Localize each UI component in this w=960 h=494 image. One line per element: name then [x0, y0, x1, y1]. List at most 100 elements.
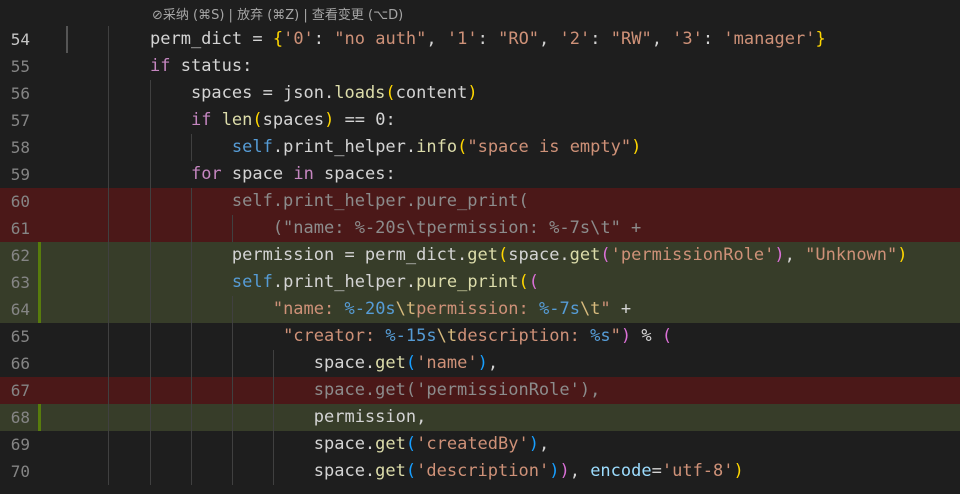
code-token: loads: [334, 83, 386, 103]
code-line[interactable]: 55 if status:: [0, 53, 960, 80]
code-line[interactable]: 60 self.print_helper.pure_print(: [0, 188, 960, 215]
line-number[interactable]: 64: [0, 296, 30, 323]
code-token: perm_dict =: [150, 29, 273, 49]
line-number[interactable]: 56: [0, 80, 30, 107]
code-text[interactable]: ("name: %-20s\tpermission: %-7s\t" +: [150, 215, 641, 242]
code-token: space.get('permissionRole'),: [150, 380, 601, 400]
line-number[interactable]: 59: [0, 161, 30, 188]
code-token: "Unknown": [805, 245, 898, 265]
code-text[interactable]: spaces = json.loads(content): [150, 80, 478, 107]
code-token: content: [395, 83, 468, 103]
code-line[interactable]: 59 for space in spaces:: [0, 161, 960, 188]
code-token: :: [313, 29, 335, 49]
diff-added-marker[interactable]: [38, 404, 41, 431]
code-line[interactable]: 56 spaces = json.loads(content): [0, 80, 960, 107]
code-token: "space is empty": [467, 137, 632, 157]
code-text[interactable]: "name: %-20s\tpermission: %-7s\t" +: [150, 296, 631, 323]
code-token: :: [702, 29, 724, 49]
code-line[interactable]: 63 self.print_helper.pure_print((: [0, 269, 960, 296]
codelens-actions[interactable]: ⊘采纳 (⌘S) | 放弃 (⌘Z) | 查看变更 (⌥D): [152, 4, 403, 23]
indent-guide: [108, 161, 109, 188]
line-number[interactable]: 70: [0, 458, 30, 485]
line-number[interactable]: 58: [0, 134, 30, 161]
code-token: (: [385, 83, 396, 103]
code-text[interactable]: "creator: %-15s\tdescription: %s") % (: [150, 323, 672, 350]
code-text[interactable]: permission = perm_dict.get(space.get('pe…: [150, 242, 908, 269]
code-token: ): [733, 461, 744, 481]
line-number[interactable]: 66: [0, 350, 30, 377]
line-number[interactable]: 63: [0, 269, 30, 296]
code-text[interactable]: self.print_helper.info("space is empty"): [150, 134, 641, 161]
code-text[interactable]: permission,: [150, 404, 427, 431]
code-token: "name:: [272, 299, 345, 319]
code-token: get: [569, 245, 601, 265]
code-token: if: [190, 110, 212, 130]
code-token: ,: [569, 461, 591, 481]
code-text[interactable]: space.get('createdBy'),: [150, 431, 549, 458]
code-token: \t: [436, 326, 458, 346]
code-token: space.: [150, 461, 376, 481]
indent-guide: [108, 458, 109, 485]
code-token: (: [405, 353, 417, 373]
indent-guide: [108, 107, 109, 134]
code-token: 'createdBy': [416, 434, 529, 454]
code-token: space.: [150, 353, 376, 373]
code-text[interactable]: space.get('name'),: [150, 350, 498, 377]
diff-added-marker[interactable]: [38, 242, 41, 269]
code-text[interactable]: perm_dict = {'0': "no auth", '1': "RO", …: [150, 26, 826, 53]
code-token: self: [231, 137, 273, 157]
indent-guide: [108, 269, 109, 296]
line-number[interactable]: 65: [0, 323, 30, 350]
code-token: '2': [559, 29, 591, 49]
code-token: '1': [446, 29, 478, 49]
code-line[interactable]: 70 space.get('description')), encode='ut…: [0, 458, 960, 485]
code-token: ): [528, 434, 539, 454]
code-text[interactable]: self.print_helper.pure_print(: [150, 188, 529, 215]
code-text[interactable]: if len(spaces) == 0:: [150, 107, 396, 134]
code-line[interactable]: 64 "name: %-20s\tpermission: %-7s\t" +: [0, 296, 960, 323]
diff-added-marker[interactable]: [38, 269, 41, 296]
code-line[interactable]: 69 space.get('createdBy'),: [0, 431, 960, 458]
code-token: pure_print: [416, 272, 519, 292]
indent-guide: [108, 404, 109, 431]
code-token: get: [467, 245, 498, 265]
line-number[interactable]: 61: [0, 215, 30, 242]
line-number[interactable]: 68: [0, 404, 30, 431]
line-number[interactable]: 69: [0, 431, 30, 458]
code-token: self: [231, 272, 273, 292]
code-line[interactable]: 58 self.print_helper.info("space is empt…: [0, 134, 960, 161]
indent-guide: [108, 53, 109, 80]
code-line[interactable]: 61 ("name: %-20s\tpermission: %-7s\t" +: [0, 215, 960, 242]
code-token: get: [375, 353, 406, 373]
code-line[interactable]: 65 "creator: %-15s\tdescription: %s") % …: [0, 323, 960, 350]
code-text[interactable]: for space in spaces:: [150, 161, 396, 188]
indent-guide: [108, 188, 109, 215]
line-number[interactable]: 62: [0, 242, 30, 269]
code-text[interactable]: if status:: [150, 53, 252, 80]
code-line[interactable]: 66 space.get('name'),: [0, 350, 960, 377]
code-token: ": [600, 299, 611, 319]
indent-guide: [108, 215, 109, 242]
code-line[interactable]: 62 permission = perm_dict.get(space.get(…: [0, 242, 960, 269]
code-text[interactable]: space.get('permissionRole'),: [150, 377, 601, 404]
code-token: spaces = json.: [150, 83, 335, 103]
line-number[interactable]: 55: [0, 53, 30, 80]
code-line[interactable]: 57 if len(spaces) == 0:: [0, 107, 960, 134]
code-line[interactable]: 68 permission,: [0, 404, 960, 431]
code-token: ,: [487, 353, 499, 373]
line-number[interactable]: 67: [0, 377, 30, 404]
code-token: (: [528, 272, 539, 292]
code-token: (: [600, 245, 611, 265]
line-number[interactable]: 54: [0, 26, 30, 53]
code-line[interactable]: 67 space.get('permissionRole'),: [0, 377, 960, 404]
code-token: (: [457, 137, 468, 157]
code-text[interactable]: space.get('description')), encode='utf-8…: [150, 458, 744, 485]
diff-added-marker[interactable]: [38, 296, 41, 323]
line-number[interactable]: 57: [0, 107, 30, 134]
line-number[interactable]: 60: [0, 188, 30, 215]
code-token: '0': [283, 29, 314, 49]
code-text[interactable]: self.print_helper.pure_print((: [150, 269, 539, 296]
indent-guide: [108, 350, 109, 377]
code-line[interactable]: 54 perm_dict = {'0': "no auth", '1': "RO"…: [0, 26, 960, 53]
